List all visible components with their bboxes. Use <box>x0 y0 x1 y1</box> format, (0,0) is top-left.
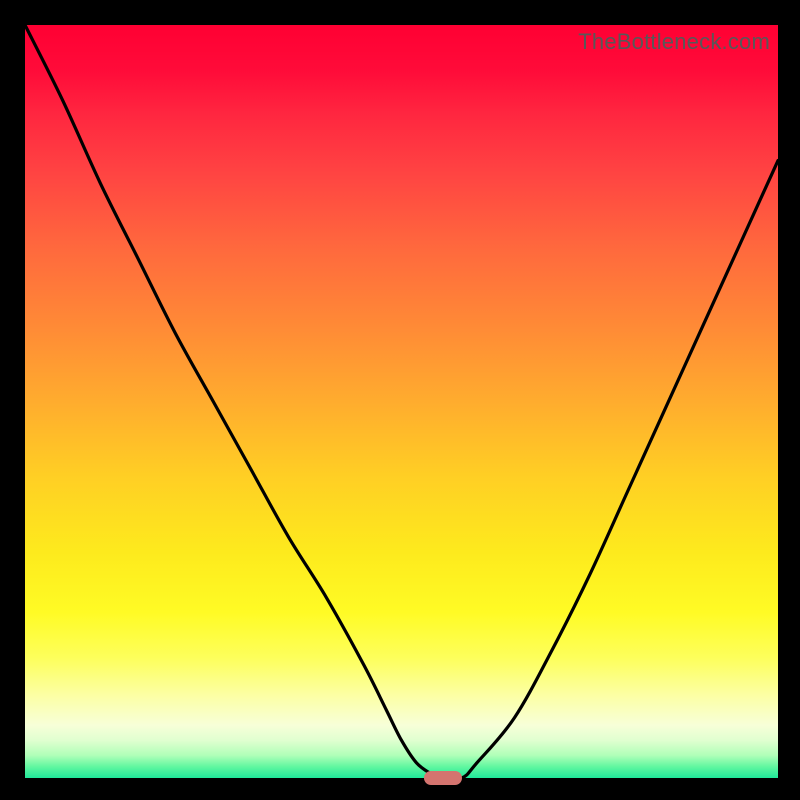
plot-area: TheBottleneck.com <box>25 25 778 778</box>
chart-frame: TheBottleneck.com <box>0 0 800 800</box>
optimum-marker <box>424 771 462 785</box>
bottleneck-curve <box>25 25 778 778</box>
